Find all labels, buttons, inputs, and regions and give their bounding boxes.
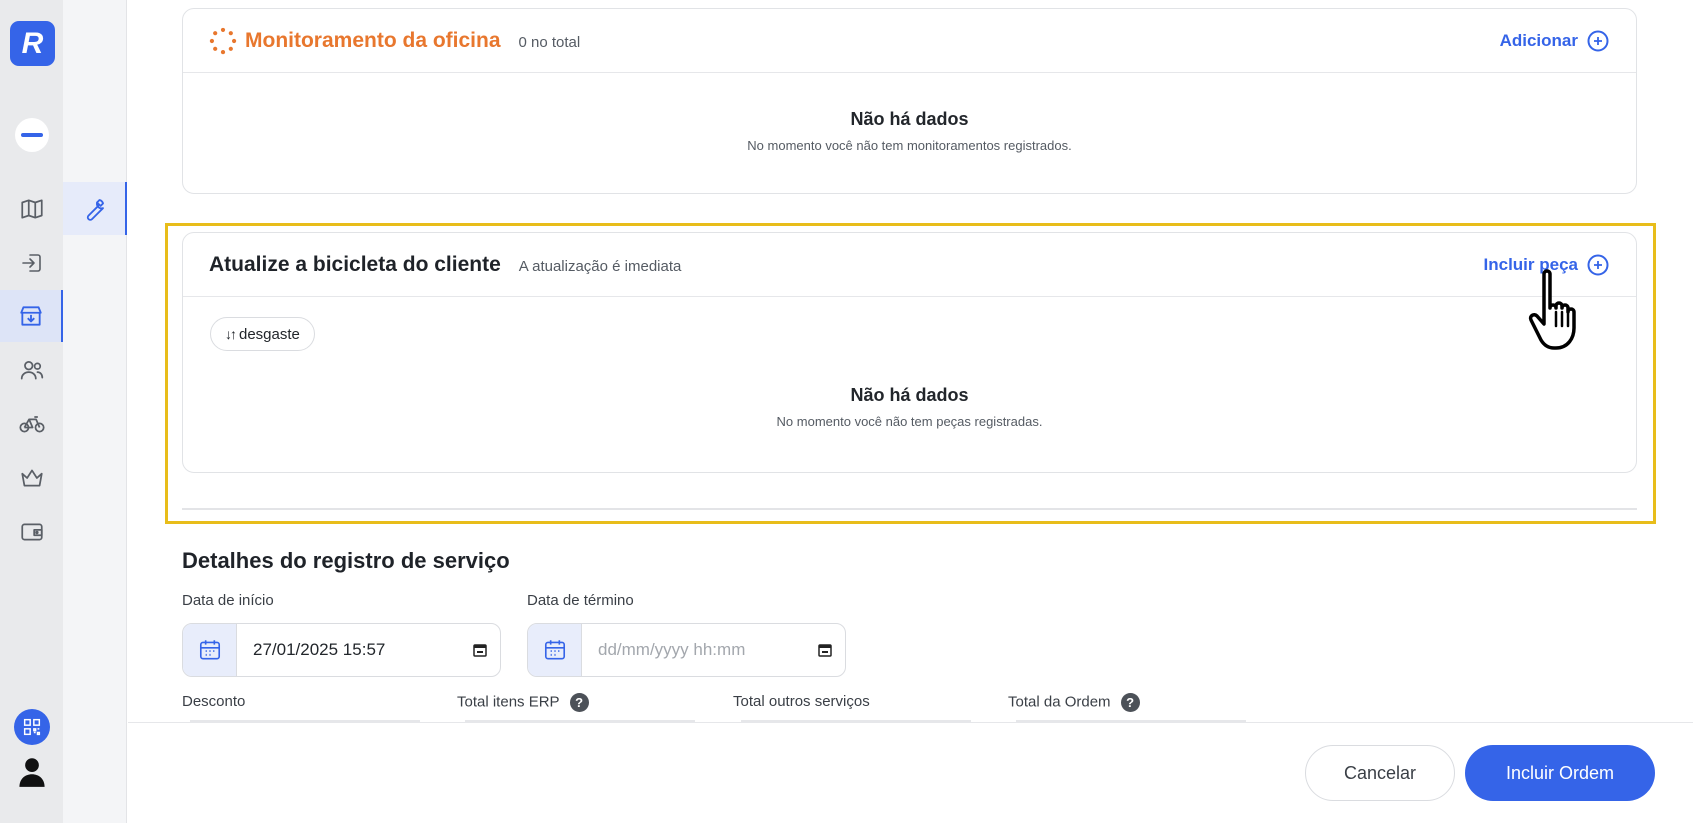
- start-date-field[interactable]: 27/01/2025 15:57: [182, 623, 501, 677]
- calendar-icon-box: [528, 624, 582, 676]
- calendar-icon: [544, 640, 565, 660]
- calendar-icon-box: [183, 624, 237, 676]
- qr-code-button[interactable]: [14, 709, 50, 745]
- map-icon: [20, 199, 43, 219]
- sidebar-item-bikes[interactable]: [0, 398, 63, 450]
- secondary-sidebar: [63, 0, 127, 823]
- bicycle-icon: [18, 416, 45, 433]
- sidebar-item-workshop[interactable]: [0, 290, 63, 342]
- end-date-picker[interactable]: [805, 624, 845, 676]
- discount-label: Desconto: [182, 693, 246, 710]
- calendar-icon: [199, 640, 220, 660]
- main-sidebar: R: [0, 0, 63, 823]
- add-circle-icon: [1587, 30, 1609, 52]
- monitoring-count: 0 no total: [518, 34, 581, 51]
- cancel-button[interactable]: Cancelar: [1305, 745, 1455, 801]
- submit-order-button[interactable]: Incluir Ordem: [1465, 745, 1655, 801]
- user-icon: [19, 758, 45, 787]
- end-date-label: Data de término: [527, 592, 634, 609]
- monitoring-card: Monitoramento da oficina 0 no total Adic…: [182, 8, 1637, 194]
- highlight-box: [165, 223, 1656, 524]
- workshop-store-icon: [19, 306, 42, 326]
- other-services-label: Total outros serviços: [733, 693, 870, 710]
- store-logo-icon: [21, 133, 43, 137]
- wallet-icon: [20, 523, 43, 541]
- sidebar-item-users[interactable]: [0, 344, 63, 396]
- monitoring-empty-state: Não há dados No momento você não tem mon…: [747, 109, 1072, 153]
- monitoring-title: Monitoramento da oficina: [245, 28, 501, 52]
- add-monitoring-button[interactable]: Adicionar: [1500, 29, 1610, 53]
- sidebar-item-login[interactable]: [0, 237, 63, 289]
- service-details-title: Detalhes do registro de serviço: [182, 548, 510, 573]
- end-date-placeholder[interactable]: dd/mm/yyyy hh:mm: [582, 624, 805, 676]
- qr-code-icon: [23, 718, 41, 736]
- user-profile-button[interactable]: [17, 754, 47, 790]
- order-total-label: Total da Ordem?: [1008, 693, 1140, 712]
- help-icon[interactable]: ?: [1120, 693, 1140, 712]
- action-footer: [128, 722, 1693, 823]
- subbar-item-service[interactable]: [63, 182, 127, 235]
- users-icon: [20, 361, 43, 380]
- start-date-label: Data de início: [182, 592, 274, 609]
- hand-pointer-cursor-icon: [1528, 269, 1576, 350]
- calendar-picker-icon: [473, 644, 487, 657]
- start-date-picker[interactable]: [460, 624, 500, 676]
- store-avatar[interactable]: [15, 118, 49, 152]
- start-date-value[interactable]: 27/01/2025 15:57: [237, 624, 460, 676]
- sidebar-item-wallet[interactable]: [0, 506, 63, 558]
- end-date-field[interactable]: dd/mm/yyyy hh:mm: [527, 623, 846, 677]
- wrench-icon: [86, 198, 104, 221]
- login-icon: [21, 254, 41, 272]
- erp-total-label: Total itens ERP?: [457, 693, 589, 712]
- sidebar-item-premium[interactable]: [0, 452, 63, 504]
- crown-icon: [20, 469, 43, 487]
- monitoring-card-header: Monitoramento da oficina 0 no total Adic…: [183, 9, 1636, 73]
- app-logo[interactable]: R: [10, 21, 55, 66]
- sidebar-item-map[interactable]: [0, 183, 63, 235]
- loading-spinner-icon: [209, 27, 237, 54]
- calendar-picker-icon: [818, 644, 832, 657]
- help-icon[interactable]: ?: [569, 693, 589, 712]
